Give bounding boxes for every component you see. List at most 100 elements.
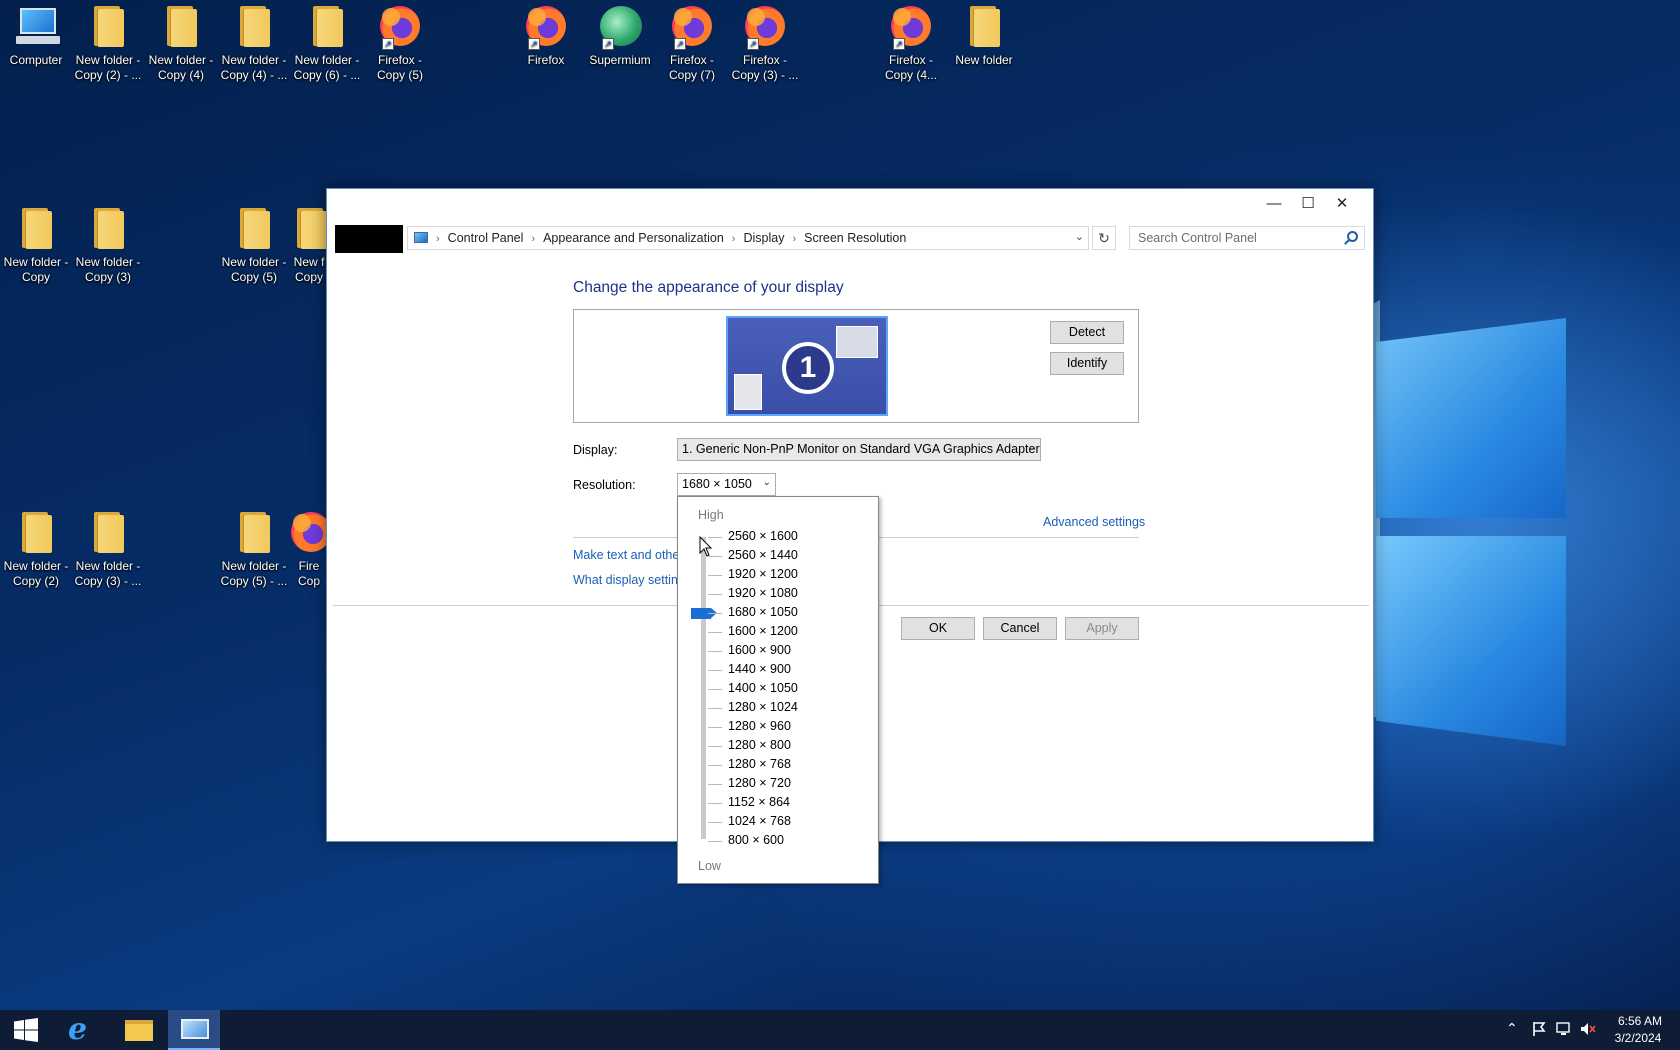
desktop-icon-label: Firefox - Copy (3) - ...	[731, 53, 799, 82]
resolution-tick	[708, 841, 722, 842]
desktop-icon-folder[interactable]: New folder	[948, 6, 1020, 68]
desktop-icon-firefox[interactable]: ↗ Firefox	[510, 6, 582, 68]
mouse-cursor-icon	[699, 536, 713, 557]
resolution-option[interactable]: 1400 × 1050	[728, 681, 798, 695]
desktop-icon-folder[interactable]: New folder - Copy (2)	[0, 512, 72, 589]
desktop-icon-label: New folder - Copy (3) - ...	[74, 559, 142, 588]
resolution-tick	[708, 708, 722, 709]
network-icon[interactable]	[1556, 1022, 1572, 1039]
desktop-icon-folder[interactable]: New f Copy	[291, 208, 327, 285]
resolution-select[interactable]: 1680 × 1050 ⌄	[677, 473, 776, 496]
redacted-block	[335, 225, 403, 253]
desktop-icon-firefox[interactable]: ↗ Firefox - Copy (5)	[364, 6, 436, 83]
desktop-icon-folder[interactable]: New folder - Copy (2) - ...	[72, 6, 144, 83]
apply-button[interactable]: Apply	[1065, 617, 1139, 640]
action-center-flag-icon[interactable]	[1532, 1021, 1546, 1040]
text-size-link[interactable]: Make text and other	[573, 548, 683, 562]
chevron-right-icon: ›	[436, 233, 440, 245]
breadcrumb: › Control Panel › Appearance and Personaliz…	[414, 231, 906, 245]
control-panel-taskbar-button[interactable]	[168, 1010, 220, 1050]
chevron-down-icon[interactable]: ⌄	[1075, 230, 1084, 243]
chevron-right-icon: ›	[792, 233, 797, 245]
desktop-icon-label: Supermium	[589, 53, 651, 67]
resolution-option[interactable]: 1680 × 1050	[728, 605, 798, 619]
resolution-option[interactable]: 1600 × 900	[728, 643, 791, 657]
monitor-preview: 1 Detect Identify	[573, 309, 1139, 423]
minimize-button[interactable]: —	[1257, 189, 1291, 219]
breadcrumb-screen-resolution[interactable]: Screen Resolution	[804, 231, 906, 245]
internet-explorer-taskbar-button[interactable]: e	[56, 1010, 108, 1050]
resolution-option[interactable]: 1280 × 800	[728, 738, 791, 752]
breadcrumb-display[interactable]: Display	[743, 231, 784, 245]
desktop-icon-folder[interactable]: New folder - Copy (5) - ...	[218, 512, 290, 589]
desktop-icon-folder[interactable]: New folder - Copy	[0, 208, 72, 285]
desktop-icon-label: New folder - Copy (5) - ...	[220, 559, 288, 588]
desktop-icon-label: New folder - Copy (5)	[221, 255, 287, 284]
resolution-option[interactable]: 800 × 600	[728, 833, 784, 847]
desktop-icon-label: Firefox - Copy (7)	[668, 53, 715, 82]
clock-time[interactable]: 6:56 AM	[1612, 1014, 1668, 1028]
resolution-option[interactable]: 1920 × 1080	[728, 586, 798, 600]
desktop-icon-folder[interactable]: New folder - Copy (4) - ...	[218, 6, 290, 83]
show-hidden-icons-icon[interactable]: ⌃	[1506, 1020, 1518, 1037]
resolution-option[interactable]: 1280 × 768	[728, 757, 791, 771]
desktop-icon-firefox[interactable]: ↗ Firefox - Copy (7)	[656, 6, 728, 83]
desktop-icon-folder[interactable]: New folder - Copy (3) - ...	[72, 512, 144, 589]
cancel-button[interactable]: Cancel	[983, 617, 1057, 640]
breadcrumb-appearance[interactable]: Appearance and Personalization	[543, 231, 724, 245]
resolution-option[interactable]: 1440 × 900	[728, 662, 791, 676]
detect-button[interactable]: Detect	[1050, 321, 1124, 344]
control-panel-icon	[181, 1019, 209, 1039]
maximize-button[interactable]: ☐	[1291, 189, 1325, 219]
desktop-icon-computer[interactable]: Computer	[0, 6, 72, 68]
desktop-icon-firefox[interactable]: ↗ Firefox - Copy (3) - ...	[729, 6, 801, 83]
folder-icon	[90, 208, 126, 250]
desktop-icon-label: New folder - Copy (4)	[148, 53, 214, 82]
address-bar[interactable]: › Control Panel › Appearance and Personaliz…	[407, 226, 1089, 250]
resolution-tick	[708, 613, 722, 614]
desktop-icon-folder[interactable]: New folder - Copy (6) - ...	[291, 6, 363, 83]
ok-button[interactable]: OK	[901, 617, 975, 640]
resolution-option[interactable]: 1600 × 1200	[728, 624, 798, 638]
identify-button[interactable]: Identify	[1050, 352, 1124, 375]
resolution-option[interactable]: 2560 × 1440	[728, 548, 798, 562]
title-bar[interactable]: — ☐ ✕	[327, 189, 1373, 223]
resolution-option[interactable]: 1280 × 720	[728, 776, 791, 790]
file-explorer-taskbar-button[interactable]	[112, 1010, 164, 1050]
desktop-icon-label: Firefox - Copy (5)	[376, 53, 423, 82]
desktop-icon-label: New folder - Copy (3)	[75, 255, 141, 284]
start-button[interactable]	[0, 1010, 52, 1050]
display-settings-help-link[interactable]: What display setting	[573, 573, 685, 587]
resolution-option[interactable]: 1152 × 864	[728, 795, 790, 809]
folder-icon	[18, 208, 54, 250]
desktop-icon-firefox[interactable]: Fire Cop	[291, 512, 327, 589]
folder-icon	[309, 6, 345, 48]
resolution-option[interactable]: 1920 × 1200	[728, 567, 798, 581]
window-thumbnail	[734, 374, 762, 410]
desktop-icon-folder[interactable]: New folder - Copy (4)	[145, 6, 217, 83]
advanced-settings-link[interactable]: Advanced settings	[1043, 515, 1145, 529]
resolution-option[interactable]: 1024 × 768	[728, 814, 791, 828]
folder-icon	[966, 6, 1002, 48]
search-icon[interactable]	[1347, 231, 1358, 242]
refresh-icon[interactable]: ↻	[1092, 226, 1116, 250]
resolution-option[interactable]: 2560 × 1600	[728, 529, 798, 543]
resolution-slider-track[interactable]	[701, 537, 706, 839]
desktop-icon-folder[interactable]: New folder - Copy (5)	[218, 208, 290, 285]
close-button[interactable]: ✕	[1325, 189, 1359, 219]
resolution-option[interactable]: 1280 × 960	[728, 719, 791, 733]
display-select[interactable]: 1. Generic Non-PnP Monitor on Standard V…	[677, 438, 1041, 461]
desktop-icon-firefox[interactable]: ↗ Firefox - Copy (4...	[875, 6, 947, 83]
desktop-icon-label: Fire Cop	[297, 559, 320, 588]
monitor-1-tile[interactable]: 1	[726, 316, 888, 416]
desktop-icon-folder[interactable]: New folder - Copy (3)	[72, 208, 144, 285]
volume-muted-icon[interactable]	[1580, 1022, 1596, 1039]
folder-icon	[163, 6, 199, 48]
resolution-tick	[708, 803, 722, 804]
clock-date[interactable]: 3/2/2024	[1608, 1031, 1668, 1045]
search-input[interactable]: Search Control Panel	[1129, 226, 1365, 250]
resolution-option[interactable]: 1280 × 1024	[728, 700, 798, 714]
breadcrumb-control-panel[interactable]: Control Panel	[448, 231, 524, 245]
file-explorer-icon	[125, 1020, 153, 1041]
desktop-icon-supermium[interactable]: ↗ Supermium	[584, 6, 656, 68]
